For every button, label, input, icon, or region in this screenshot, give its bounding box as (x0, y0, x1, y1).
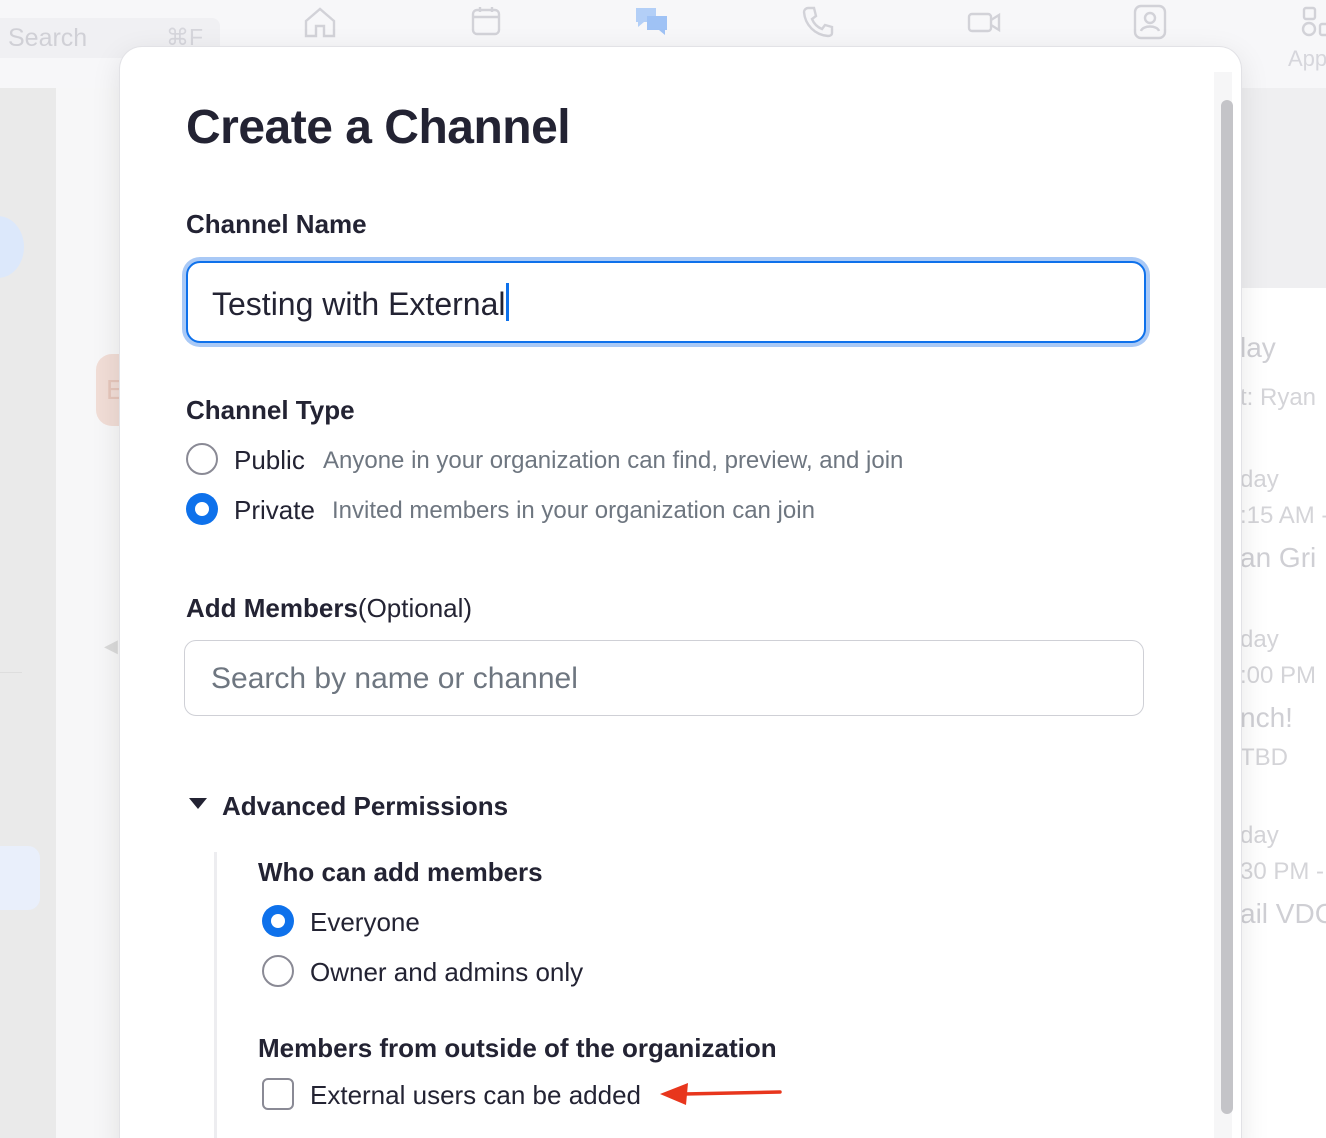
right-fragment: lay (1240, 332, 1276, 363)
expand-triangle-icon[interactable] (189, 798, 207, 809)
channel-name-input[interactable]: Testing with External (186, 261, 1146, 343)
advanced-section-indent-line (214, 852, 217, 1138)
sidebar-avatar[interactable] (0, 216, 24, 278)
chat-list-column (56, 88, 126, 1138)
right-fragment: TBD (1240, 744, 1288, 771)
owner-admins-radio[interactable] (262, 955, 294, 987)
external-users-checkbox-label[interactable]: External users can be added (310, 1080, 641, 1111)
public-option-description: Anyone in your organization can find, pr… (323, 447, 904, 474)
public-option-label[interactable]: Public (234, 445, 305, 476)
channel-type-label: Channel Type (186, 395, 355, 425)
chat-icon[interactable] (632, 2, 672, 42)
public-radio[interactable] (186, 443, 218, 475)
home-icon[interactable] (300, 2, 340, 42)
global-search-placeholder: Search (8, 24, 88, 52)
private-radio[interactable] (186, 493, 218, 525)
dialog-scrollbar-thumb[interactable] (1221, 100, 1233, 1114)
add-members-label: Add Members(Optional) (186, 593, 473, 623)
everyone-radio[interactable] (262, 905, 294, 937)
external-members-label: Members from outside of the organization (258, 1033, 777, 1063)
right-fragment: ail VDC (1240, 898, 1326, 929)
right-fragment: an Gri (1240, 542, 1317, 573)
sidebar-divider (0, 672, 22, 673)
right-fragment: 30 PM - (1240, 858, 1325, 885)
advanced-permissions-toggle[interactable]: Advanced Permissions (222, 791, 508, 822)
phone-icon[interactable] (798, 2, 838, 42)
collapse-chevron-icon[interactable]: ◀ (104, 636, 118, 657)
owner-admins-option-label[interactable]: Owner and admins only (310, 957, 583, 988)
sidebar-active-item[interactable] (0, 846, 40, 910)
channel-name-label: Channel Name (186, 209, 367, 239)
text-caret (506, 283, 510, 321)
member-search-field[interactable] (184, 640, 1144, 716)
optional-hint: (Optional) (357, 593, 473, 623)
private-option-description: Invited members in your organization can… (332, 497, 815, 524)
left-sidebar (0, 88, 56, 1138)
video-icon[interactable] (964, 2, 1004, 42)
private-option-label[interactable]: Private (234, 495, 315, 526)
apps-icon[interactable] (1298, 2, 1326, 42)
contacts-icon[interactable] (1130, 2, 1170, 42)
right-fragment: nch! (1240, 702, 1293, 733)
right-fragment: t: Ryan (1240, 384, 1317, 411)
member-search-input[interactable] (211, 659, 1091, 699)
apps-label: App (1288, 46, 1326, 71)
right-fragment: :00 PM (1240, 662, 1317, 689)
right-fragment: day (1240, 466, 1279, 493)
annotation-arrow-icon (656, 1078, 784, 1110)
who-can-add-label: Who can add members (258, 857, 543, 887)
calendar-icon[interactable] (466, 2, 506, 42)
right-fragment: :15 AM - (1240, 502, 1326, 529)
external-users-checkbox[interactable] (262, 1078, 294, 1110)
channel-name-value: Testing with External (212, 283, 510, 323)
right-panel-header (1236, 88, 1326, 288)
dialog-title: Create a Channel (186, 101, 571, 154)
right-fragment: day (1240, 822, 1279, 849)
everyone-option-label[interactable]: Everyone (310, 907, 420, 938)
right-fragment: day (1240, 626, 1279, 653)
